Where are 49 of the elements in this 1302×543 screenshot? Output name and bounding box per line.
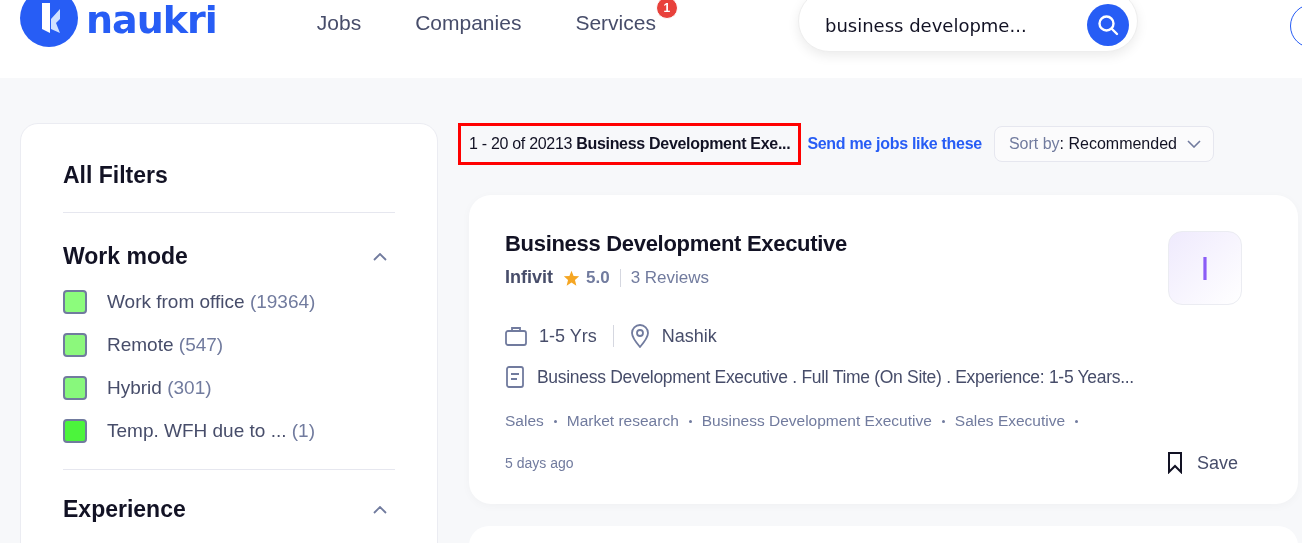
skill-tag: Business Development Executive: [701, 412, 932, 430]
search-button[interactable]: [1087, 4, 1129, 46]
experience: 1-5 Yrs: [539, 325, 597, 347]
skill-tag: Sales: [505, 412, 544, 430]
company-name[interactable]: Infivit: [505, 267, 553, 288]
separator-dot: [1075, 419, 1079, 423]
location-pin-icon: [629, 324, 650, 348]
logo-text: naukri: [86, 0, 217, 42]
bookmark-icon: [1166, 452, 1183, 474]
location: Nashik: [661, 325, 717, 347]
search-icon: [1097, 14, 1119, 36]
nav-link[interactable]: Jobs: [316, 10, 362, 34]
separator-dot: [941, 419, 945, 423]
rating: 5.0: [586, 267, 610, 288]
checkbox[interactable]: [63, 419, 87, 443]
section-title: Work mode: [63, 243, 188, 270]
search-bar[interactable]: business developme...: [798, 0, 1138, 52]
job-description: Business Development Executive . Full Time (On Site) . Experience: 1-5 Years...: [537, 366, 1134, 388]
reviews-link[interactable]: 3 Reviews: [630, 267, 710, 288]
section-title: Experience: [63, 496, 186, 523]
sort-dropdown[interactable]: Sort by: Recommended: [993, 126, 1214, 162]
results-count: 1 - 20 of 20213 Business Development Exe...: [458, 123, 802, 165]
checkbox[interactable]: [63, 290, 87, 314]
notification-badge: 1: [655, 0, 678, 19]
skill-tag: Market research: [566, 412, 679, 430]
chevron-up-icon[interactable]: [373, 252, 387, 261]
separator-dot: [688, 419, 692, 423]
option-label[interactable]: Temp. WFH due to ... (1): [107, 420, 315, 442]
job-alert-link[interactable]: Send me jobs like these: [807, 135, 982, 153]
search-field[interactable]: business developme...: [823, 13, 1077, 37]
checkbox[interactable]: [63, 376, 87, 400]
star-icon: [563, 269, 580, 286]
job-card[interactable]: [469, 195, 1298, 504]
document-icon: [505, 366, 525, 388]
checkbox[interactable]: [63, 333, 87, 357]
separator-dot: [553, 419, 557, 423]
briefcase-icon: [505, 326, 527, 346]
chevron-up-icon[interactable]: [373, 505, 387, 514]
nav-link[interactable]: Services: [575, 10, 656, 34]
option-label[interactable]: Work from office (19364): [107, 291, 316, 313]
option-label[interactable]: Remote (547): [107, 334, 224, 356]
posted-time: 5 days ago: [505, 455, 574, 471]
save-button[interactable]: Save: [1166, 452, 1238, 474]
skill-tag: Sales Executive: [954, 412, 1066, 430]
option-label[interactable]: Hybrid (301): [107, 377, 212, 399]
company-logo: I: [1168, 231, 1242, 305]
chevron-down-icon: [1186, 140, 1201, 148]
nav-link[interactable]: Companies: [415, 10, 522, 34]
filters-title: All Filters: [63, 162, 168, 189]
